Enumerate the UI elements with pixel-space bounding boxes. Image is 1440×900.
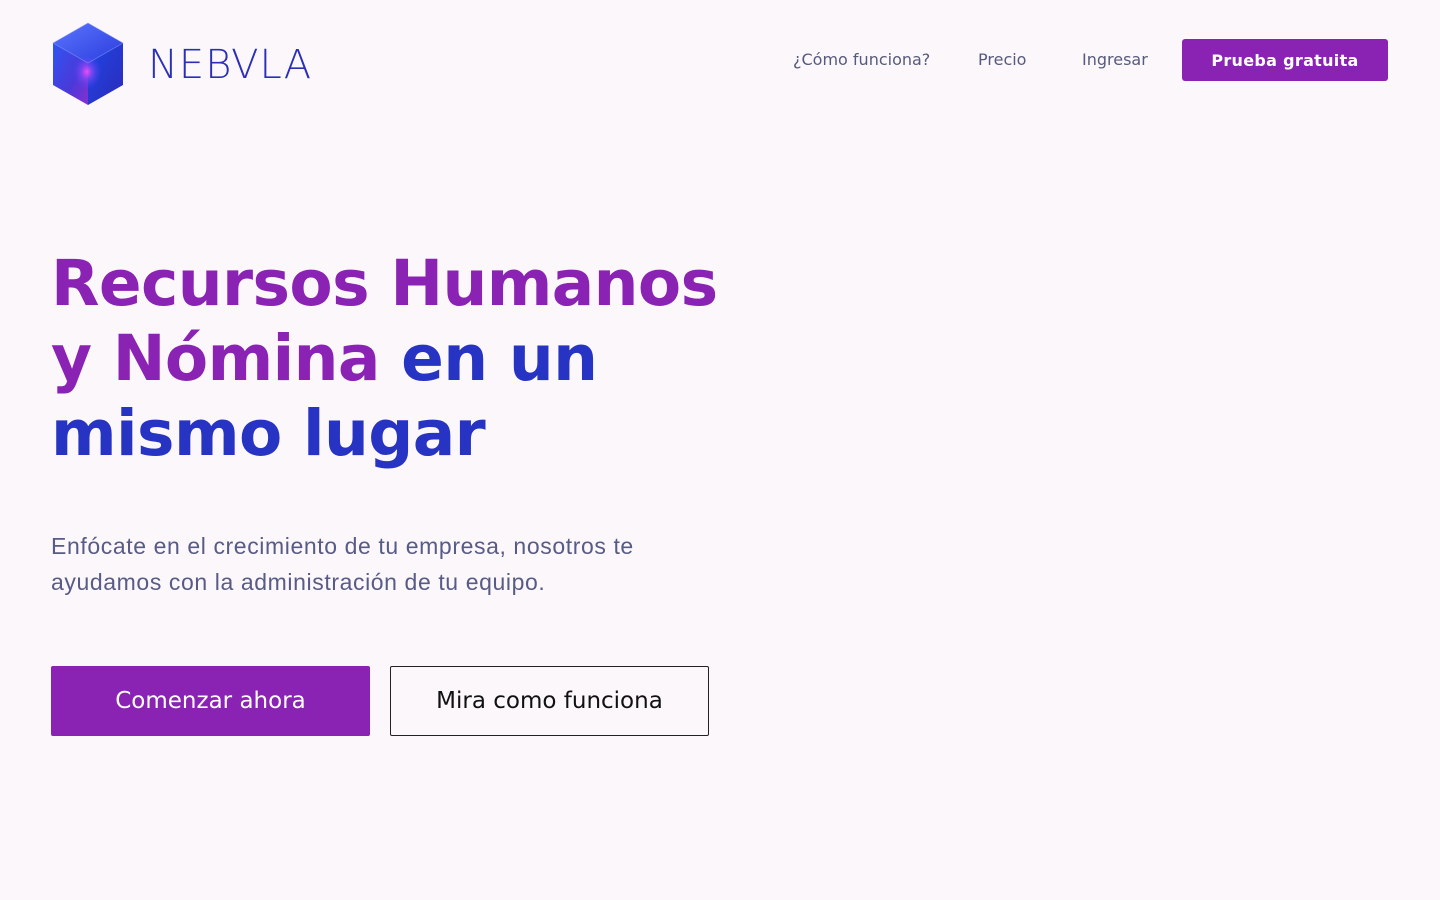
start-now-button[interactable]: Comenzar ahora [51,666,370,736]
hero-title: Recursos Humanos y Nómina en un mismo lu… [51,246,751,471]
free-trial-button[interactable]: Prueba gratuita [1182,39,1388,81]
hero-title-block: Recursos Humanos y Nómina en un mismo lu… [51,246,751,471]
hero-title-highlight: Recursos Humanos y Nómina [51,247,718,395]
nav-link-login[interactable]: Ingresar [1082,39,1148,81]
nav-link-how-it-works[interactable]: ¿Cómo funciona? [793,39,930,81]
nav-link-price[interactable]: Precio [978,39,1026,81]
see-how-it-works-button[interactable]: Mira como funciona [390,666,709,736]
site-header: NEBVLA ¿Cómo funciona? Precio Ingresar P… [0,0,1440,120]
hero-subtitle: Enfócate en el crecimiento de tu empresa… [51,533,634,595]
top-navigation: ¿Cómo funciona? Precio Ingresar Prueba g… [0,39,1440,81]
